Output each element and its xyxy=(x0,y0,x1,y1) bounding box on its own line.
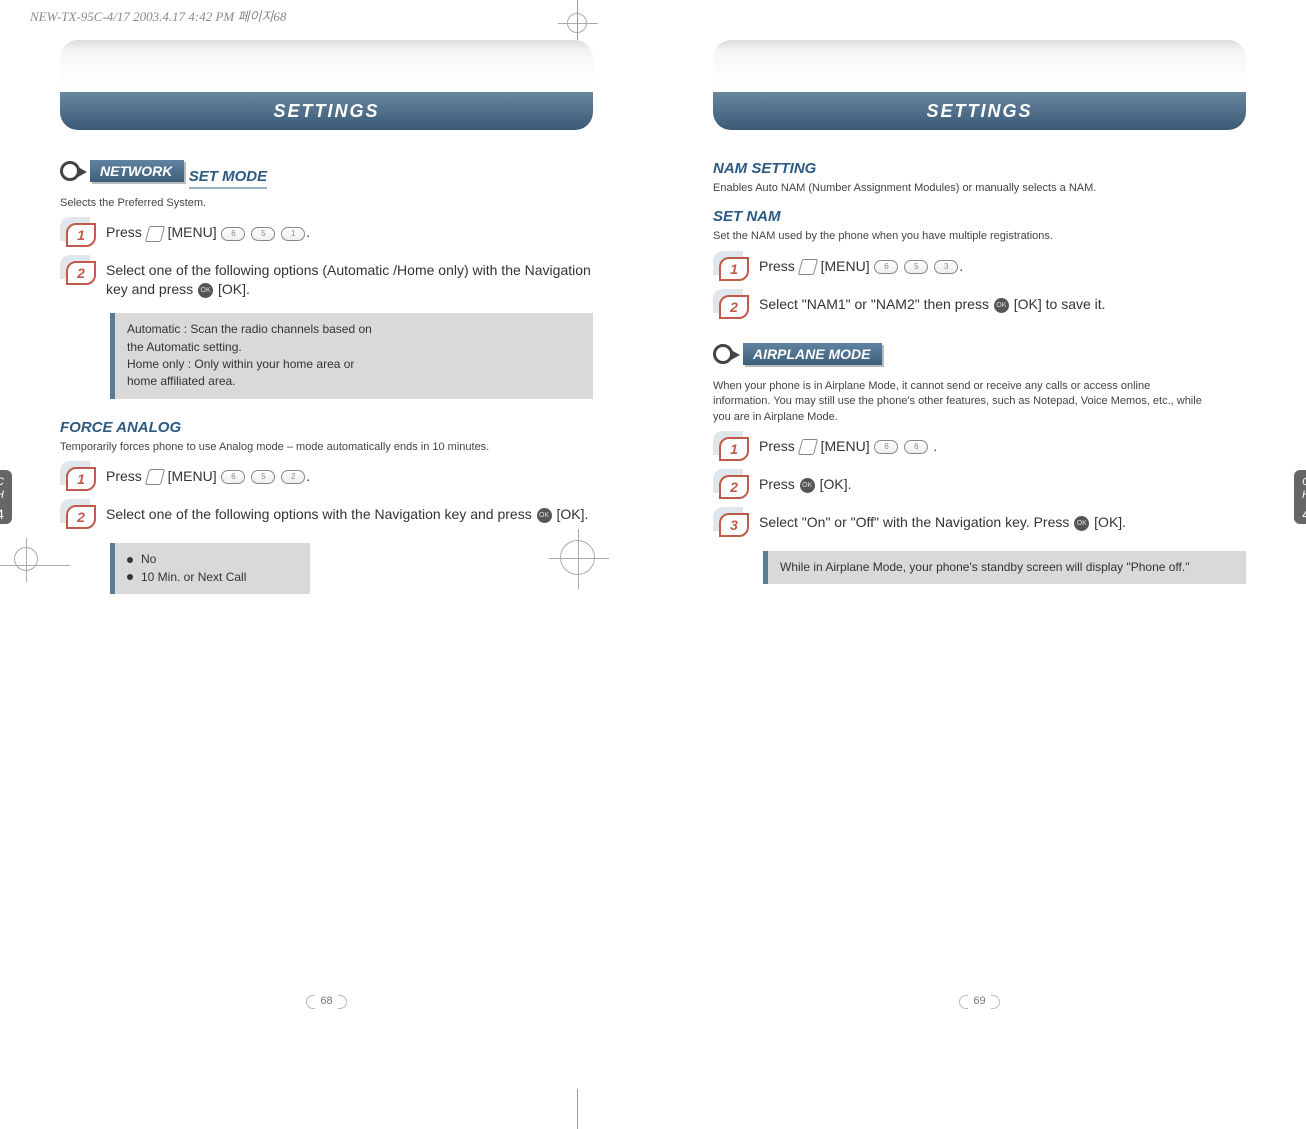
heading-nam-setting: NAM SETTING xyxy=(713,160,1246,177)
set-mode-step-2: 2 Select one of the following options (A… xyxy=(66,261,593,299)
step-number-icon: 2 xyxy=(719,475,749,499)
desc-airplane: When your phone is in Airplane Mode, it … xyxy=(713,379,1246,425)
right-page: SETTINGS NAM SETTING Enables Auto NAM (N… xyxy=(653,30,1306,1129)
chapter-label: C H xyxy=(1294,476,1306,502)
section-bullet-icon xyxy=(60,161,80,181)
step-text: Select one of the following options (Aut… xyxy=(106,261,593,299)
heading-force-analog: FORCE ANALOG xyxy=(60,419,593,436)
airplane-step-3: 3 Select "On" or "Off" with the Navigati… xyxy=(719,513,1246,537)
softkey-icon xyxy=(147,226,163,242)
softkey-icon xyxy=(800,439,816,455)
info-box-set-mode: Automatic : Scan the radio channels base… xyxy=(110,313,593,399)
page-number: 68 xyxy=(0,993,653,1009)
step-text: Select "On" or "Off" with the Navigation… xyxy=(759,513,1126,532)
key-6-icon: 6 xyxy=(904,440,928,454)
section-label: AIRPLANE MODE xyxy=(743,343,882,365)
step-text: Press [MENU] 6 5 1. xyxy=(106,223,310,242)
chapter-number: 4 xyxy=(1294,506,1306,523)
page-header: SETTINGS xyxy=(713,40,1246,130)
key-1-icon: 1 xyxy=(281,227,305,241)
ok-key-icon: OK xyxy=(800,478,815,493)
key-6-icon: 6 xyxy=(221,470,245,484)
force-analog-step-1: 1 Press [MENU] 6 5 2. xyxy=(66,467,593,491)
step-number-icon: 2 xyxy=(66,261,96,285)
set-nam-step-2: 2 Select "NAM1" or "NAM2" then press OK … xyxy=(719,295,1246,319)
airplane-step-2: 2 Press OK [OK]. xyxy=(719,475,1246,499)
airplane-step-1: 1 Press [MENU] 6 6 . xyxy=(719,437,1246,461)
step-number-icon: 2 xyxy=(66,505,96,529)
desc-nam-setting: Enables Auto NAM (Number Assignment Modu… xyxy=(713,181,1246,196)
key-2-icon: 2 xyxy=(281,470,305,484)
heading-set-nam: SET NAM xyxy=(713,208,1246,225)
section-bullet-icon xyxy=(713,344,733,364)
step-text: Press [MENU] 6 5 3. xyxy=(759,257,963,276)
bullet-icon xyxy=(127,574,133,580)
key-6-icon: 6 xyxy=(874,440,898,454)
step-text: Press [MENU] 6 5 2. xyxy=(106,467,310,486)
step-number-icon: 1 xyxy=(719,437,749,461)
key-5-icon: 5 xyxy=(251,227,275,241)
key-5-icon: 5 xyxy=(904,260,928,274)
section-airplane-mode: AIRPLANE MODE xyxy=(713,343,882,365)
step-text: Select one of the following options with… xyxy=(106,505,588,524)
chapter-number: 4 xyxy=(0,506,12,523)
key-6-icon: 6 xyxy=(874,260,898,274)
ok-key-icon: OK xyxy=(537,508,552,523)
key-3-icon: 3 xyxy=(934,260,958,274)
step-number-icon: 1 xyxy=(66,223,96,247)
page-title: SETTINGS xyxy=(713,92,1246,130)
softkey-icon xyxy=(147,469,163,485)
step-text: Press OK [OK]. xyxy=(759,475,851,494)
desc-set-nam: Set the NAM used by the phone when you h… xyxy=(713,229,1246,244)
step-number-icon: 1 xyxy=(719,257,749,281)
step-text: Select "NAM1" or "NAM2" then press OK [O… xyxy=(759,295,1106,314)
ok-key-icon: OK xyxy=(1074,516,1089,531)
step-number-icon: 2 xyxy=(719,295,749,319)
ok-key-icon: OK xyxy=(994,298,1009,313)
set-mode-step-1: 1 Press [MENU] 6 5 1. xyxy=(66,223,593,247)
left-page: SETTINGS NETWORK SET MODE Selects the Pr… xyxy=(0,30,653,1129)
step-number-icon: 1 xyxy=(66,467,96,491)
key-5-icon: 5 xyxy=(251,470,275,484)
heading-set-mode: SET MODE xyxy=(189,168,267,189)
info-box-force-analog: No 10 Min. or Next Call xyxy=(110,543,310,594)
bullet-icon xyxy=(127,557,133,563)
step-number-icon: 3 xyxy=(719,513,749,537)
page-header: SETTINGS xyxy=(60,40,593,130)
ok-key-icon: OK xyxy=(198,283,213,298)
set-nam-step-1: 1 Press [MENU] 6 5 3. xyxy=(719,257,1246,281)
chapter-tab: C H 4 xyxy=(0,470,12,524)
page-title: SETTINGS xyxy=(60,92,593,130)
desc-force-analog: Temporarily forces phone to use Analog m… xyxy=(60,440,593,455)
desc-set-mode: Selects the Preferred System. xyxy=(60,196,593,211)
file-header-text: NEW-TX-95C-4/17 2003.4.17 4:42 PM 페이지68 xyxy=(30,6,286,25)
chapter-tab: C H 4 xyxy=(1294,470,1306,524)
force-analog-step-2: 2 Select one of the following options wi… xyxy=(66,505,593,529)
option-text: 10 Min. or Next Call xyxy=(141,569,246,586)
page-number: 69 xyxy=(653,993,1306,1009)
softkey-icon xyxy=(800,259,816,275)
option-text: No xyxy=(141,551,156,568)
key-6-icon: 6 xyxy=(221,227,245,241)
step-text: Press [MENU] 6 6 . xyxy=(759,437,937,456)
section-network: NETWORK xyxy=(60,160,184,182)
info-box-airplane: While in Airplane Mode, your phone's sta… xyxy=(763,551,1246,584)
chapter-label: C H xyxy=(0,476,12,502)
section-label: NETWORK xyxy=(90,160,184,182)
